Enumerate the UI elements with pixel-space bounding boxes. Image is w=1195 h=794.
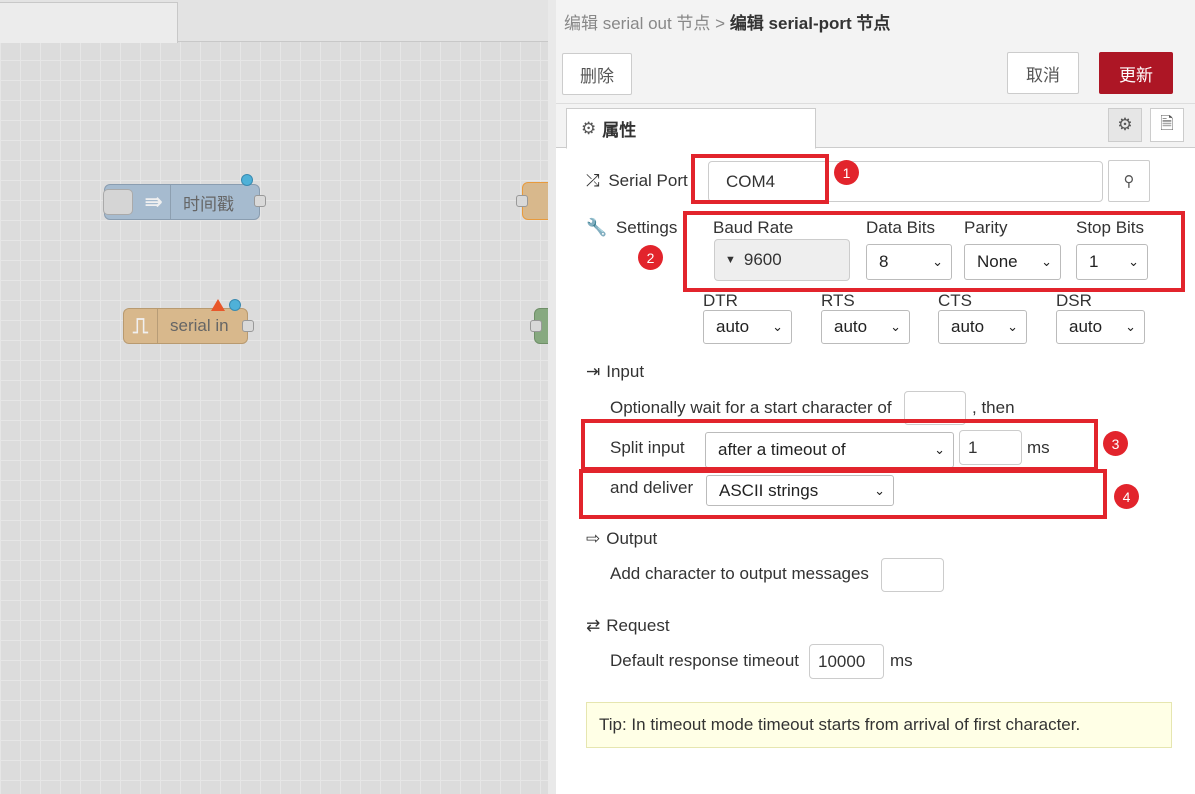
search-icon: ⚲ [1123,173,1135,190]
tray-toolbar: 删除 取消 更新 [556,42,1195,104]
serial-in-node[interactable]: ⎍ serial in [123,308,248,344]
workspace-tab-bar [0,0,548,43]
dtr-value: auto [716,317,750,336]
serial-port-row-label: ⤮ Serial Port [586,171,688,191]
tab-properties[interactable]: ⚙ 属性 [566,108,816,149]
response-timeout-label: Default response timeout [610,651,799,670]
sign-out-icon: ⇨ [586,529,601,548]
output-port[interactable] [242,320,254,332]
wrench-icon: 🔧 [586,218,608,237]
settings-label: Settings [615,218,678,237]
input-port[interactable] [516,195,528,207]
description-tab[interactable]: 🗎 [1150,108,1184,142]
cts-label: CTS [938,291,972,310]
response-timeout-input[interactable]: 10000 [809,644,884,679]
output-title: Output [606,529,658,548]
flow-workspace[interactable]: ⇛ 时间戳 ⎍ serial in [0,0,548,794]
annotation-badge-2: 2 [638,245,663,270]
output-port[interactable] [254,195,266,207]
breadcrumb-parent[interactable]: 编辑 serial out 节点 > [564,14,725,33]
sign-in-icon: ⇥ [586,362,601,381]
dsr-select[interactable]: auto ⌄ [1056,310,1145,344]
shuffle-icon: ⤮ [586,171,600,190]
node-settings-tab[interactable]: ⚙ [1108,108,1142,142]
breadcrumb-current: 编辑 serial-port 节点 [729,14,891,33]
annotation-box-1 [691,154,829,204]
document-icon: 🗎 [1160,113,1174,133]
request-title: Request [606,616,670,635]
node-label: 时间戳 [183,194,234,214]
rts-select[interactable]: auto ⌄ [821,310,910,344]
arrow-right-icon: ⇛ [137,185,171,219]
tab-properties-label: 属性 [602,121,637,140]
annotation-box-4 [579,469,1107,519]
annotation-box-3 [581,419,1098,471]
delete-button[interactable]: 删除 [562,53,632,95]
chevron-down-icon: ⌄ [1007,319,1018,334]
annotation-badge-4: 4 [1114,484,1139,509]
response-unit-label: ms [890,651,913,670]
warning-icon [211,299,225,311]
output-section-title: ⇨ Output [586,529,657,549]
edit-tray: 编辑 serial out 节点 > 编辑 serial-port 节点 删除 … [548,0,1195,794]
dsr-value: auto [1069,317,1103,336]
cts-select[interactable]: auto ⌄ [938,310,1027,344]
rts-label: RTS [821,291,855,310]
tip-text: Tip: In timeout mode timeout starts from… [599,715,1081,734]
chevron-down-icon: ⌄ [890,319,901,334]
input-port[interactable] [530,320,542,332]
dtr-select[interactable]: auto ⌄ [703,310,792,344]
changed-indicator-icon [241,174,253,186]
annotation-badge-3: 3 [1103,431,1128,456]
chevron-down-icon: ⌄ [772,319,783,334]
cts-value: auto [951,317,985,336]
tip-box: Tip: In timeout mode timeout starts from… [586,702,1172,748]
changed-indicator-icon [229,299,241,311]
rts-value: auto [834,317,868,336]
tray-tabs: ⚙ 属性 ⚙ 🗎 [556,104,1195,149]
serial-port-label: Serial Port [608,171,688,190]
output-char-input[interactable] [881,558,944,592]
input-section-title: ⇥ Input [586,362,644,382]
breadcrumb: 编辑 serial out 节点 > 编辑 serial-port 节点 [556,0,1195,42]
flow-tab[interactable] [0,2,178,43]
node-label: serial in [170,316,229,335]
gear-icon: ⚙ [1117,115,1133,134]
dsr-label: DSR [1056,291,1092,310]
start-char-label: Optionally wait for a start character of [610,398,892,417]
inject-button[interactable] [103,189,133,215]
input-title: Input [606,362,645,381]
cancel-button[interactable]: 取消 [1007,52,1079,94]
annotation-box-2 [683,211,1185,292]
chevron-down-icon: ⌄ [1125,319,1136,334]
inject-node[interactable]: ⇛ 时间戳 [103,184,260,220]
then-label: , then [972,398,1015,417]
response-timeout-value: 10000 [818,651,866,671]
update-button[interactable]: 更新 [1099,52,1173,94]
annotation-badge-1: 1 [834,160,859,185]
output-char-label: Add character to output messages [610,564,869,583]
request-section-title: ⇄ Request [586,616,670,636]
settings-row-label: 🔧 Settings [586,218,677,238]
exchange-icon: ⇄ [586,616,601,635]
serial-wave-icon: ⎍ [124,309,158,343]
gear-icon: ⚙ [581,118,597,138]
search-ports-button[interactable]: ⚲ [1108,160,1150,202]
dtr-label: DTR [703,291,738,310]
